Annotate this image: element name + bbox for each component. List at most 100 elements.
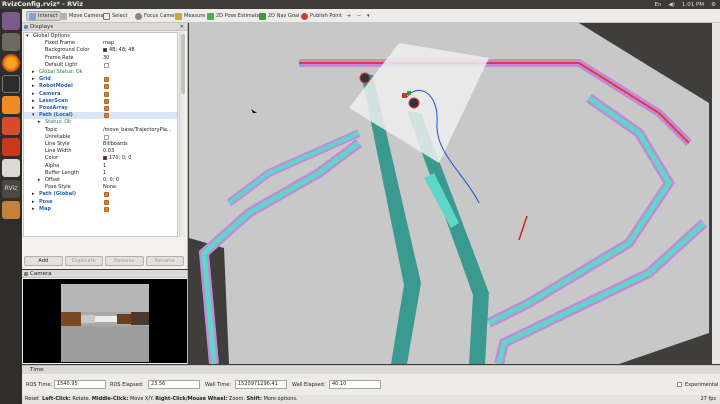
display-checkbox[interactable] [104,134,109,140]
expand-right-icon[interactable]: ▸ [32,98,35,105]
tree-row[interactable]: Line Width 0.03 [24,148,177,155]
rviz-icon[interactable]: RViz [2,180,20,198]
expand-right-icon[interactable]: ▸ [32,83,35,90]
expand-right-icon[interactable]: ▸ [32,206,35,213]
tree-row[interactable]: Default Light [24,62,177,69]
tree-row[interactable]: ▸ Grid [24,76,177,83]
interact-tool[interactable]: Interact [26,11,61,21]
tree-row[interactable]: Color 170; 0; 0 [24,155,177,162]
display-checkbox[interactable] [104,98,109,104]
tree-row-value[interactable]: 0; 0; 0 [103,177,119,184]
settings-gear-icon[interactable]: ⚙ [711,2,716,8]
tree-row-value[interactable]: 48; 48; 48 [109,47,135,54]
nav-goal-tool[interactable]: 2D Nav Goal [257,11,301,21]
reset-button[interactable]: Reset [25,396,39,402]
render-view[interactable] [189,23,720,364]
scroll-thumb[interactable] [181,34,185,94]
volume-icon[interactable]: ◀) [669,2,675,8]
display-tree[interactable]: ▾ Global Options Fixed Frame map Background … [23,32,178,237]
tree-scrollbar[interactable] [179,32,185,237]
wall-time-field[interactable]: 1520971296.41 [235,380,287,389]
add-button[interactable]: Add [24,256,63,266]
firefox-icon[interactable] [2,54,20,72]
color-swatch[interactable] [103,48,107,53]
experimental-checkbox[interactable] [677,382,682,387]
publish-point-tool[interactable]: Publish Point [299,11,344,21]
tree-row[interactable]: ▸ Map [24,206,177,213]
add-tool-button[interactable]: + [345,11,353,21]
display-checkbox[interactable] [104,192,109,198]
tree-row[interactable]: ▸ Status: Ok [24,119,177,126]
tree-row-value[interactable]: 1 [103,170,106,177]
tree-row[interactable]: Line Style Billboards [24,141,177,148]
display-checkbox[interactable] [104,106,109,111]
display-checkbox[interactable] [104,206,109,212]
color-swatch[interactable] [103,156,107,161]
tree-row[interactable]: ▸ Path (Global) [24,191,177,198]
tree-row[interactable]: Fixed Frame map [24,40,177,47]
remove-tool-button[interactable]: − [355,11,363,21]
expand-right-icon[interactable]: ▸ [32,91,35,98]
tree-row[interactable]: Buffer Length 1 [24,170,177,177]
tree-row[interactable]: ▸ Camera [24,91,177,98]
pose-estimate-tool[interactable]: 2D Pose Estimate [205,11,262,21]
duplicate-button[interactable]: Duplicate [64,256,103,266]
tree-row-value[interactable]: 0.03 [103,148,114,155]
expand-right-icon[interactable]: ▸ [32,105,35,112]
expand-right-icon[interactable]: ▸ [38,119,41,126]
display-checkbox[interactable] [104,62,109,68]
tree-row[interactable]: ▸ PoseArray [24,105,177,112]
wall-elapsed-field[interactable]: 40.10 [329,380,381,389]
tree-row[interactable]: Background Color 48; 48; 48 [24,47,177,54]
tree-row[interactable]: Topic/move_base/TrajectoryPla... [24,127,177,134]
editor-icon[interactable] [2,159,20,177]
tree-row-value[interactable]: None [103,184,116,191]
measure-tool[interactable]: Measure [173,11,207,21]
remove-button[interactable]: Remove [105,256,144,266]
tree-row-value[interactable]: /move_base/TrajectoryPla... [103,127,172,134]
view-scrollbar[interactable] [712,23,720,364]
tool-menu-button[interactable]: ▾ [365,11,372,21]
expand-right-icon[interactable]: ▸ [32,191,35,198]
tree-row[interactable]: ▸ Offset 0; 0; 0 [24,177,177,184]
tree-row-value[interactable]: 30 [103,55,109,62]
ros-elapsed-field[interactable]: 23.56 [148,380,200,389]
display-checkbox[interactable] [104,91,109,97]
tree-row[interactable]: ▸ Pose [24,199,177,206]
expand-right-icon[interactable]: ▸ [32,199,35,206]
terminal-icon[interactable] [2,75,20,93]
tree-row[interactable]: Unreliable [24,134,177,141]
box-icon[interactable] [2,201,20,219]
tree-row-value[interactable]: Billboards [103,141,128,148]
expand-right-icon[interactable]: ▸ [32,69,35,76]
tree-row-value[interactable]: 170; 0; 0 [109,155,131,162]
expand-down-icon[interactable]: ▾ [26,33,29,40]
tree-row[interactable]: ▸ LaserScan [24,98,177,105]
tree-row[interactable]: ▸ RobotModel [24,83,177,90]
display-checkbox[interactable] [104,199,109,205]
display-checkbox[interactable] [104,77,109,83]
tree-row[interactable]: Frame Rate 30 [24,55,177,62]
tree-row-value[interactable]: 1 [103,163,106,170]
tree-row-value[interactable]: map [103,40,114,47]
move-camera-tool[interactable]: Move Camera [58,11,106,21]
clock[interactable]: 1:01 PM [682,2,704,8]
settings-icon[interactable] [2,138,20,156]
sublime-icon[interactable] [2,96,20,114]
expand-right-icon[interactable]: ▸ [38,177,41,184]
keyboard-icon[interactable]: En [655,2,662,8]
tree-row[interactable]: ▾ Path (Local) [24,112,177,120]
dash-icon[interactable] [2,12,20,30]
tree-row[interactable]: Alpha 1 [24,163,177,170]
impress-icon[interactable] [2,117,20,135]
camera-image[interactable] [23,279,187,363]
tree-row[interactable]: ▸ Global Status: Ok [24,69,177,76]
tree-row[interactable]: ▾ Global Options [24,33,177,40]
expand-right-icon[interactable]: ▸ [32,76,35,83]
tree-row[interactable]: Pose Style None [24,184,177,191]
close-icon[interactable]: ✕ [180,23,184,31]
display-checkbox[interactable] [104,84,109,90]
select-tool[interactable]: Select [101,11,129,21]
display-checkbox[interactable] [104,113,109,119]
expand-down-icon[interactable]: ▾ [32,112,35,119]
